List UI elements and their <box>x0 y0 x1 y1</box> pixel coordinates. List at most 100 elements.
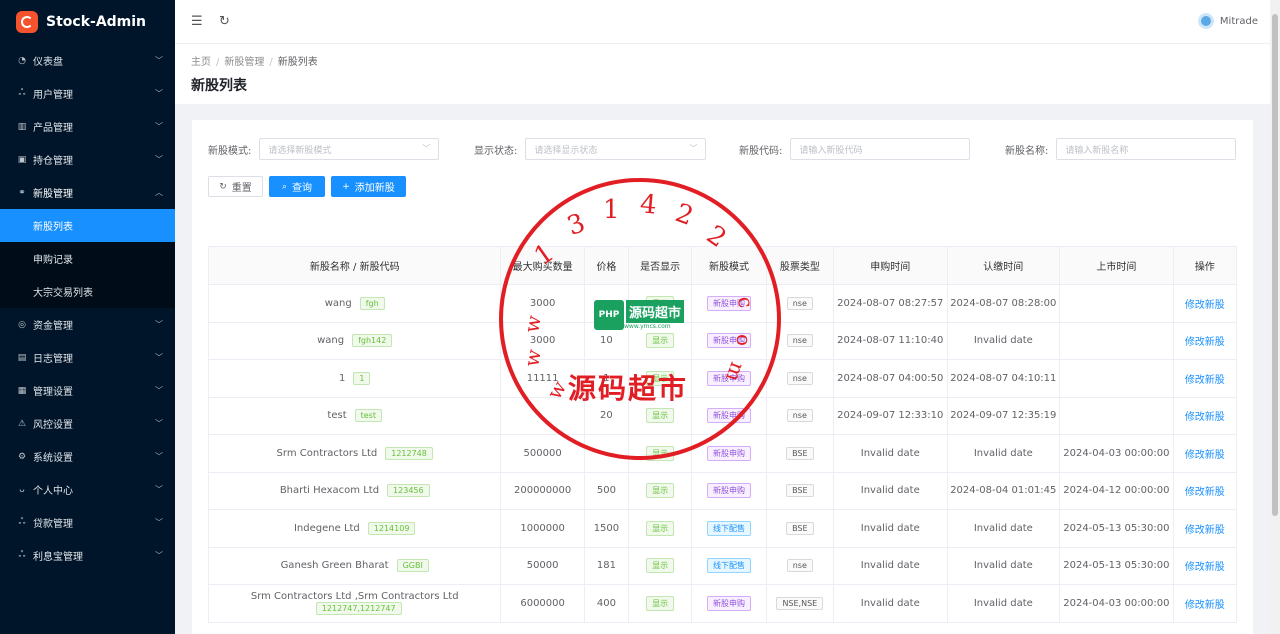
chevron-down-icon: ﹀ <box>155 386 163 395</box>
cell-action: 修改新股 <box>1172 284 1238 323</box>
cell-name: Indegene Ltd 1214109 <box>207 509 502 548</box>
logo-url: www.ymcs.com <box>624 323 671 330</box>
page-scrollbar[interactable] <box>1270 0 1280 634</box>
breadcrumb: 主页 / 新股管理 / 新股列表 <box>191 57 318 68</box>
cell-apply-time: 2024-08-07 08:27:57 <box>832 284 948 323</box>
breadcrumb-home[interactable]: 主页 <box>191 57 211 68</box>
edit-ipo-link[interactable]: 修改新股 <box>1185 337 1225 348</box>
cell-action: 修改新股 <box>1172 584 1238 623</box>
ipo-code-tag: 1 <box>353 371 371 385</box>
sidebar-item[interactable]: ◔ 仪表盘 ﹀ <box>0 44 175 77</box>
sidebar-item[interactable]: ◎ 资金管理 ﹀ <box>0 308 175 341</box>
ipo-name: Bharti Hexacom Ltd <box>279 485 380 497</box>
breadcrumb-current: 新股列表 <box>277 57 318 68</box>
cell-apply-time: Invalid date <box>832 509 948 548</box>
cell-action: 修改新股 <box>1172 359 1238 398</box>
user-menu[interactable]: Mitrade <box>1197 13 1258 29</box>
add-ipo-button[interactable]: + 添加新股 <box>331 176 406 197</box>
cell-show: 显示 <box>628 546 693 585</box>
cell-type: nse <box>765 321 834 360</box>
admin-icon: ▦ <box>17 385 27 396</box>
cell-list-time: 2024-04-12 00:00:00 <box>1059 471 1174 510</box>
mode-badge: 线下配售 <box>706 558 751 574</box>
search-button[interactable]: ⌕ 查询 <box>269 176 325 197</box>
edit-ipo-link[interactable]: 修改新股 <box>1185 450 1225 461</box>
edit-ipo-link[interactable]: 修改新股 <box>1185 300 1225 311</box>
app-logo[interactable]: Stock-Admin <box>0 0 175 44</box>
edit-ipo-link[interactable]: 修改新股 <box>1185 600 1225 611</box>
submenu-item[interactable]: 新股列表 <box>0 209 175 242</box>
breadcrumb-parent[interactable]: 新股管理 <box>224 57 264 68</box>
sidebar-item[interactable]: ▥ 产品管理 ﹀ <box>0 110 175 143</box>
ipo-code-tag: fgh142 <box>352 334 393 348</box>
show-badge: 显示 <box>646 595 675 611</box>
sidebar-item[interactable]: ⚠ 风控设置 ﹀ <box>0 407 175 440</box>
sidebar: Stock-Admin ◔ 仪表盘 ﹀ ஃ 用户管理 ﹀ ▥ 产品管理 ﹀ ▣ 持仓管理 ﹀ ⚭ 新股管理… <box>0 0 175 634</box>
mode-badge: 新股申购 <box>706 483 751 499</box>
interest-icon: ஃ <box>18 550 26 560</box>
cell-apply-time: Invalid date <box>832 471 948 510</box>
edit-ipo-link[interactable]: 修改新股 <box>1185 375 1225 386</box>
stock-type-badge: NSE,NSE <box>776 596 824 610</box>
cell-pay-time: Invalid date <box>946 321 1061 360</box>
table-row: test test 20 显示 新股申购 nse 2024-09-07 12:33:10 20… <box>207 396 1238 435</box>
name-input[interactable]: 请输入新股名称 <box>1056 138 1237 160</box>
cell-action: 修改新股 <box>1172 434 1238 473</box>
cell-max-qty: 200000000 <box>500 471 585 510</box>
status-select[interactable]: 请选择显示状态 ﹀ <box>525 138 707 160</box>
cell-show: 显示 <box>628 584 693 623</box>
top-header: ☰ ↻ Mitrade <box>175 0 1270 44</box>
cell-list-time <box>1059 396 1174 435</box>
reset-icon: ↻ <box>219 181 227 192</box>
sidebar-item-label: 日志管理 <box>33 354 73 365</box>
users-icon: ஃ <box>18 88 26 98</box>
cell-mode: 线下配售 <box>691 509 767 548</box>
mode-badge: 新股申购 <box>706 408 751 424</box>
edit-ipo-link[interactable]: 修改新股 <box>1185 487 1225 498</box>
logo-icon <box>16 11 38 33</box>
cell-max-qty: 6000000 <box>500 584 585 623</box>
ipo-code-tag: 1212747,1212747 <box>315 602 402 616</box>
edit-ipo-link[interactable]: 修改新股 <box>1185 525 1225 536</box>
filter-bar: 新股模式: 请选择新股模式 ﹀ 显示状态: 请选择显示状态 ﹀ 新股代码: 请输入新… <box>208 138 1237 160</box>
cell-type: nse <box>765 284 834 323</box>
sidebar-item[interactable]: ᴗ 个人中心 ﹀ <box>0 473 175 506</box>
reset-button[interactable]: ↻ 重置 <box>208 176 263 197</box>
cell-mode: 新股申购 <box>691 396 767 435</box>
cell-type: nse <box>765 359 834 398</box>
cell-name: test test <box>207 396 502 435</box>
sidebar-item[interactable]: ⚙ 系统设置 ﹀ <box>0 440 175 473</box>
sidebar-item[interactable]: ஃ 用户管理 ﹀ <box>0 77 175 110</box>
cell-type: nse <box>765 546 834 585</box>
table-row: Indegene Ltd 1214109 1000000 1500 显示 线下配售 BSE I… <box>207 509 1238 548</box>
chevron-down-icon: ﹀ <box>155 485 163 494</box>
sidebar-item[interactable]: ▤ 日志管理 ﹀ <box>0 341 175 374</box>
show-badge: 显示 <box>646 445 675 461</box>
sidebar-item[interactable]: ஃ 利息宝管理 ﹀ <box>0 539 175 572</box>
mode-select[interactable]: 请选择新股模式 ﹀ <box>259 138 440 160</box>
sidebar-item-label: 资金管理 <box>33 321 73 332</box>
refresh-icon[interactable]: ↻ <box>219 14 230 29</box>
ipo-code-tag: GGBI <box>396 559 429 573</box>
cell-list-time <box>1059 284 1174 323</box>
sidebar-item[interactable]: ஃ 贷款管理 ﹀ <box>0 506 175 539</box>
sidebar-item[interactable]: ⚭ 新股管理 ︿ <box>0 176 175 209</box>
scrollbar-thumb[interactable] <box>1272 14 1278 516</box>
ipo-table: 新股名称 / 新股代码 最大购买数量 价格 是否显示 新股模式 股票类型 申购时间 认缴时间上… <box>207 246 1238 623</box>
column-header: 认缴时间 <box>946 246 1061 285</box>
edit-ipo-link[interactable]: 修改新股 <box>1185 562 1225 573</box>
submenu-item[interactable]: 申购记录 <box>0 242 175 275</box>
submenu-item[interactable]: 大宗交易列表 <box>0 275 175 308</box>
mode-badge: 线下配售 <box>706 520 751 536</box>
code-input[interactable]: 请输入新股代码 <box>790 138 971 160</box>
sidebar-item[interactable]: ▦ 管理设置 ﹀ <box>0 374 175 407</box>
edit-ipo-link[interactable]: 修改新股 <box>1185 412 1225 423</box>
stock-type-badge: nse <box>786 334 813 348</box>
chevron-down-icon: ﹀ <box>689 144 698 153</box>
sidebar-item[interactable]: ▣ 持仓管理 ﹀ <box>0 143 175 176</box>
ipo-name: Indegene Ltd <box>293 522 360 534</box>
menu-fold-icon[interactable]: ☰ <box>191 14 203 29</box>
ipo-name: wang <box>317 335 345 347</box>
ipo-code-tag: 1214109 <box>367 521 416 535</box>
ipo-code-tag: 123456 <box>387 484 430 498</box>
